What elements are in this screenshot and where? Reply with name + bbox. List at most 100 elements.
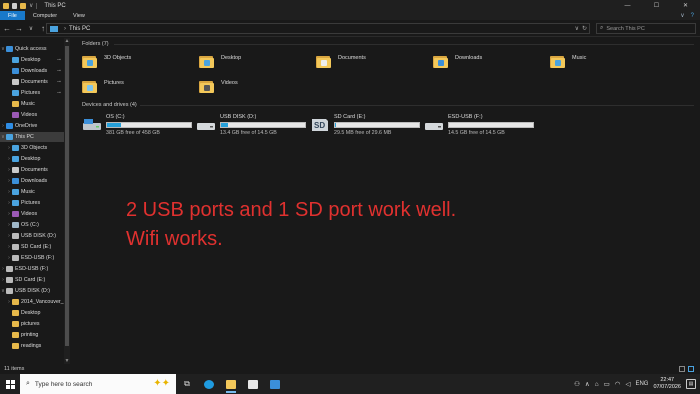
- address-dropdown-icon[interactable]: ∨: [575, 25, 579, 32]
- breadcrumb-this-pc[interactable]: This PC: [69, 26, 90, 32]
- pictures-icon: [12, 200, 19, 206]
- drive-item[interactable]: SD SD Card (E:) 29.5 MB free of 29.6 MB: [310, 114, 426, 138]
- sidebar-item[interactable]: › Videos: [0, 209, 64, 219]
- forward-button[interactable]: →: [14, 23, 24, 33]
- sidebar-item[interactable]: ∨ This PC: [0, 132, 64, 142]
- close-button[interactable]: ✕: [671, 0, 700, 11]
- recent-locations-icon[interactable]: ∨: [26, 23, 36, 33]
- clock-time: 22:47: [660, 377, 675, 383]
- chevron-right-icon[interactable]: ›: [64, 26, 66, 32]
- folder-item[interactable]: 3D Objects: [82, 52, 192, 78]
- folder-icon: [12, 310, 19, 316]
- folder-item[interactable]: Downloads: [433, 52, 543, 78]
- sidebar-item[interactable]: Desktop ⊸: [0, 55, 64, 65]
- folder-badge-icon: [204, 60, 210, 66]
- large-icons-view-icon[interactable]: [688, 366, 694, 372]
- refresh-icon[interactable]: ↻: [582, 25, 587, 32]
- sidebar-item[interactable]: Documents ⊸: [0, 77, 64, 87]
- sidebar-item[interactable]: › Downloads: [0, 176, 64, 186]
- pin-icon: ⊸: [56, 68, 61, 74]
- folder-icon: [433, 55, 449, 69]
- folder-item[interactable]: Documents: [316, 52, 426, 78]
- start-button[interactable]: [0, 374, 20, 394]
- title-separator: [36, 2, 38, 9]
- back-button[interactable]: ←: [2, 23, 12, 33]
- people-icon[interactable]: ⚇: [574, 380, 580, 388]
- drive-usage-bar: [106, 122, 192, 128]
- taskbar-search[interactable]: ⌕ Type here to search ✦✦: [20, 374, 176, 394]
- sidebar-item[interactable]: ∨ USB DISK (D:): [0, 286, 64, 296]
- file-explorer-button[interactable]: [220, 374, 242, 394]
- expand-ribbon-icon[interactable]: ∨: [680, 12, 684, 19]
- sidebar-item[interactable]: › ESD-USB (F:): [0, 253, 64, 263]
- sidebar-item[interactable]: › 2014_Vancouver_: [0, 297, 64, 307]
- help-icon[interactable]: ?: [691, 13, 694, 19]
- folder-item[interactable]: Music: [550, 52, 660, 78]
- sidebar-item[interactable]: › Music: [0, 187, 64, 197]
- battery-icon[interactable]: ▭: [604, 380, 610, 388]
- new-folder-icon[interactable]: [20, 2, 26, 9]
- sidebar-item[interactable]: pictures: [0, 319, 64, 329]
- sidebar-item-label: USB DISK (D:): [15, 288, 51, 294]
- search-input[interactable]: [606, 25, 687, 32]
- sidebar-item[interactable]: › Documents: [0, 165, 64, 175]
- sidebar-item[interactable]: ∨ Quick access: [0, 44, 64, 54]
- folder-badge-icon: [321, 60, 327, 66]
- sidebar-item[interactable]: › 3D Objects: [0, 143, 64, 153]
- sidebar-item[interactable]: › Desktop: [0, 154, 64, 164]
- wifi-icon[interactable]: ◠: [615, 380, 621, 388]
- search-highlight-icon[interactable]: ✦✦: [153, 378, 170, 389]
- tab-view[interactable]: View: [65, 11, 93, 20]
- drive-item[interactable]: OS (C:) 381 GB free of 458 GB: [82, 114, 198, 138]
- mail-button[interactable]: [264, 374, 286, 394]
- sidebar-scrollbar[interactable]: ▲ ▼: [64, 38, 70, 364]
- sidebar-item[interactable]: Pictures ⊸: [0, 88, 64, 98]
- drive-item[interactable]: ESD-USB (F:) 14.5 GB free of 14.5 GB: [424, 114, 540, 138]
- sidebar-item[interactable]: readings: [0, 341, 64, 351]
- search-box[interactable]: ⌕: [596, 23, 696, 34]
- sidebar-item[interactable]: › SD Card (E:): [0, 275, 64, 285]
- address-bar[interactable]: › This PC ∨ ↻: [46, 23, 590, 34]
- scrollbar-thumb[interactable]: [65, 46, 69, 346]
- sidebar-item[interactable]: › SD Card (E:): [0, 242, 64, 252]
- sidebar-item[interactable]: Desktop: [0, 308, 64, 318]
- sidebar-item[interactable]: Downloads ⊸: [0, 66, 64, 76]
- quick-access-dropdown-icon[interactable]: ∨: [29, 2, 33, 9]
- scroll-up-icon[interactable]: ▲: [64, 38, 70, 44]
- drive-item[interactable]: USB DISK (D:) 13.4 GB free of 14.5 GB: [196, 114, 312, 138]
- tab-computer[interactable]: Computer: [25, 11, 65, 20]
- properties-icon[interactable]: [12, 2, 17, 9]
- notification-icon[interactable]: ▤: [686, 379, 696, 389]
- store-icon: [248, 379, 258, 389]
- music-icon: [12, 189, 19, 195]
- explorer-icon[interactable]: [3, 2, 9, 9]
- clock[interactable]: 22:47 07/07/2026: [653, 377, 681, 391]
- task-view-button[interactable]: ⧉: [176, 374, 198, 394]
- language-indicator[interactable]: ENG: [635, 381, 648, 387]
- folder-item[interactable]: Videos: [199, 77, 309, 103]
- sidebar-item[interactable]: Music: [0, 99, 64, 109]
- details-view-icon[interactable]: [679, 366, 685, 372]
- annotation-text: 2 USB ports and 1 SD port work well. Wif…: [126, 196, 456, 254]
- sidebar-item[interactable]: Videos: [0, 110, 64, 120]
- folders-group-header[interactable]: Folders (7): [82, 41, 109, 47]
- tab-file[interactable]: File: [0, 11, 25, 20]
- minimize-button[interactable]: —: [613, 0, 642, 11]
- maximize-button[interactable]: ☐: [642, 0, 671, 11]
- sidebar-item[interactable]: › ESD-USB (F:): [0, 264, 64, 274]
- store-button[interactable]: [242, 374, 264, 394]
- sidebar-item[interactable]: › USB DISK (D:): [0, 231, 64, 241]
- sidebar-item[interactable]: › OS (C:): [0, 220, 64, 230]
- sidebar-item[interactable]: › Pictures: [0, 198, 64, 208]
- chevron-up-icon[interactable]: ∧: [585, 380, 590, 388]
- os-drive-icon: [83, 119, 101, 130]
- sidebar-item-label: Music: [21, 101, 35, 107]
- sidebar-item[interactable]: › OneDrive: [0, 121, 64, 131]
- network-icon[interactable]: ⌂: [595, 381, 599, 388]
- edge-button[interactable]: [198, 374, 220, 394]
- folder-item[interactable]: Desktop: [199, 52, 309, 78]
- folder-badge-icon: [555, 60, 561, 66]
- folder-item[interactable]: Pictures: [82, 77, 192, 103]
- sidebar-item[interactable]: printing: [0, 330, 64, 340]
- volume-icon[interactable]: ◁: [625, 380, 630, 388]
